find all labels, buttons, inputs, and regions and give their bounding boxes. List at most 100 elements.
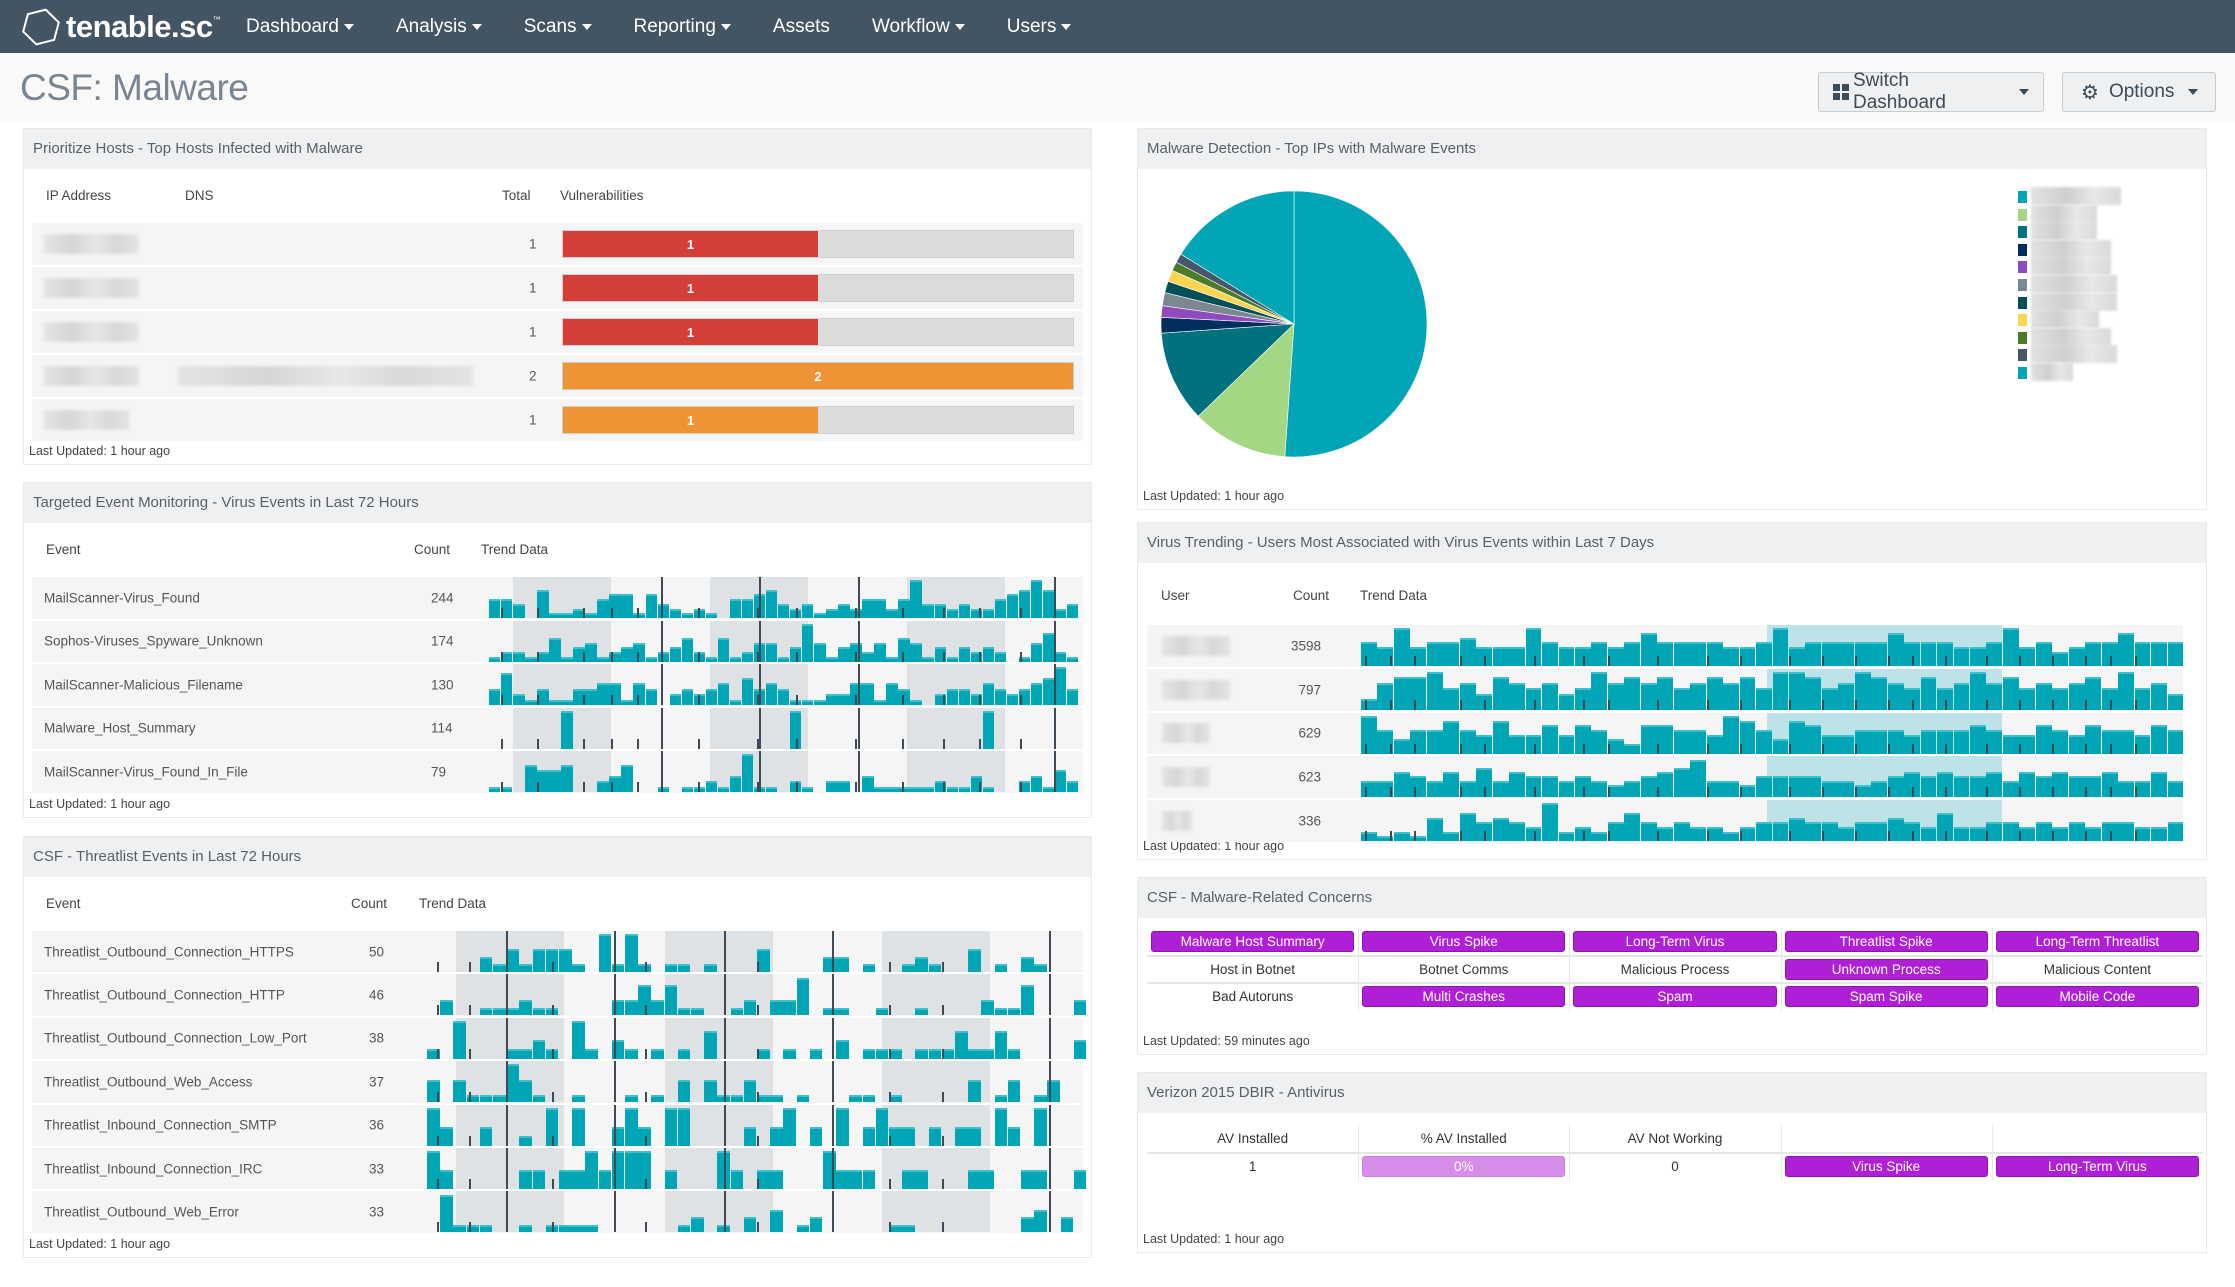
host-row[interactable]: 11 (32, 309, 1083, 353)
concern-indicator-malware-host-summary[interactable]: Malware Host Summary (1151, 931, 1355, 952)
trend-sparkline (489, 620, 1079, 662)
host-row[interactable]: 22 (32, 353, 1083, 397)
virus-event-row[interactable]: MailScanner-Malicious_Filename 130 (32, 662, 1083, 706)
event-name[interactable]: Sophos-Viruses_Spyware_Unknown (44, 634, 263, 649)
verizon-value-cell[interactable]: Virus Spike (1781, 1153, 1992, 1180)
nav-menu-reporting[interactable]: Reporting (634, 16, 731, 38)
concern-indicator-spam[interactable]: Spam (1573, 986, 1777, 1007)
concern-cell[interactable]: Threatlist Spike (1781, 928, 1992, 955)
virus-event-row[interactable]: Sophos-Viruses_Spyware_Unknown 174 (32, 618, 1083, 662)
event-name[interactable]: Threatlist_Outbound_Web_Error (44, 1205, 239, 1220)
trend-tick (1986, 743, 1989, 754)
user-trend-row[interactable]: 3598 (1147, 623, 2184, 667)
host-row[interactable]: 11 (32, 221, 1083, 265)
event-name[interactable]: Threatlist_Outbound_Connection_HTTPS (44, 944, 294, 959)
virus-event-row[interactable]: MailScanner-Virus_Found 244 (32, 575, 1083, 619)
concern-cell[interactable]: Malware Host Summary (1147, 928, 1358, 955)
trend-tick (1533, 656, 1536, 666)
options-button[interactable]: ⚙ Options (2062, 72, 2216, 112)
trend-bar (1805, 642, 1822, 666)
event-name[interactable]: MailScanner-Virus_Found (44, 590, 200, 605)
header-label: AV Installed (1217, 1131, 1289, 1146)
event-name[interactable]: MailScanner-Malicious_Filename (44, 677, 243, 692)
concern-indicator-virus-spike[interactable]: Virus Spike (1362, 931, 1566, 952)
vulnerability-bar-fill: 1 (563, 231, 818, 257)
threatlist-event-row[interactable]: Threatlist_Outbound_Web_Error 33 (32, 1189, 1083, 1233)
trend-bar (849, 1170, 862, 1189)
trend-bar (802, 603, 814, 618)
verizon-value-cell[interactable]: 0% (1358, 1153, 1569, 1180)
trend-bar (1788, 720, 1805, 754)
trend-tick (1854, 743, 1857, 754)
concern-cell[interactable]: Long-Term Threatlist (1992, 928, 2203, 955)
user-trend-row[interactable]: 623 (1147, 754, 2184, 799)
nav-menu-users[interactable]: Users (1007, 16, 1072, 38)
nav-menu-workflow[interactable]: Workflow (872, 16, 965, 38)
concern-indicator-spam-spike[interactable]: Spam Spike (1784, 986, 1988, 1007)
trend-bar (1986, 682, 2003, 710)
concern-indicator-multi-crashes[interactable]: Multi Crashes (1362, 986, 1566, 1007)
verizon-value-cell[interactable]: Long-Term Virus (1992, 1153, 2203, 1180)
trend-bar (704, 1079, 717, 1103)
vulnerability-bar[interactable]: 1 (562, 318, 1074, 346)
vulnerability-bar[interactable]: 2 (562, 362, 1074, 390)
nav-menu-label: Dashboard (246, 15, 339, 37)
trend-day-divider (613, 1061, 616, 1103)
event-name[interactable]: Malware_Host_Summary (44, 721, 196, 736)
trend-sparkline (1361, 800, 2184, 842)
pie-slice[interactable] (1284, 190, 1428, 458)
brand-logo[interactable]: tenable.sc ™ (20, 6, 221, 48)
event-name[interactable]: Threatlist_Outbound_Web_Access (44, 1074, 252, 1089)
concern-cell[interactable]: Multi Crashes (1358, 983, 1569, 1010)
virus-event-row[interactable]: Malware_Host_Summary 114 (32, 705, 1083, 749)
concern-indicator-long-term-virus[interactable]: Long-Term Virus (1573, 931, 1777, 952)
concern-cell[interactable]: Long-Term Virus (1569, 928, 1780, 955)
concern-cell[interactable]: Spam (1569, 983, 1780, 1010)
concern-indicator-unknown-process[interactable]: Unknown Process (1784, 958, 1988, 980)
threatlist-event-row[interactable]: Threatlist_Outbound_Connection_HTTPS 50 (32, 929, 1083, 973)
concern-cell[interactable]: Spam Spike (1781, 983, 1992, 1010)
nav-menu-scans[interactable]: Scans (524, 16, 592, 38)
threatlist-event-row[interactable]: Threatlist_Inbound_Connection_SMTP 36 (32, 1102, 1083, 1146)
trend-sparkline (489, 751, 1079, 792)
user-trend-row[interactable]: 336 (1147, 798, 2184, 842)
switch-dashboard-button[interactable]: Switch Dashboard (1818, 70, 2044, 113)
event-name[interactable]: Threatlist_Inbound_Connection_SMTP (44, 1118, 277, 1133)
vulnerability-bar[interactable]: 1 (562, 406, 1074, 434)
trend-bar (1756, 688, 1772, 710)
event-name[interactable]: MailScanner-Virus_Found_In_File (44, 764, 248, 779)
trend-day-divider (660, 664, 663, 705)
vulnerability-bar[interactable]: 1 (562, 274, 1074, 302)
trend-tick (1389, 656, 1392, 666)
virus-spike-indicator[interactable]: Virus Spike (1784, 1156, 1988, 1177)
host-row[interactable]: 11 (32, 265, 1083, 309)
nav-menu-assets[interactable]: Assets (773, 16, 830, 38)
concern-indicator-long-term-threatlist[interactable]: Long-Term Threatlist (1995, 931, 2199, 952)
trend-bar (1970, 647, 1986, 666)
virus-event-row[interactable]: MailScanner-Virus_Found_In_File 79 (32, 749, 1083, 793)
pct-av-installed-indicator[interactable]: 0% (1362, 1156, 1566, 1177)
last-updated: Last Updated: 1 hour ago (29, 1237, 171, 1251)
threatlist-event-row[interactable]: Threatlist_Outbound_Connection_HTTP 46 (32, 972, 1087, 1016)
concern-cell[interactable]: Virus Spike (1358, 928, 1569, 955)
trend-bar (669, 694, 682, 705)
threatlist-event-row[interactable]: Threatlist_Outbound_Connection_Low_Port 3… (32, 1015, 1087, 1060)
event-name[interactable]: Threatlist_Outbound_Connection_HTTP (44, 988, 285, 1003)
user-trend-row[interactable]: 629 (1147, 710, 2184, 755)
concern-cell[interactable]: Unknown Process (1781, 956, 1992, 983)
threatlist-event-row[interactable]: Threatlist_Inbound_Connection_IRC 33 (32, 1146, 1087, 1190)
host-row[interactable]: 11 (32, 397, 1083, 441)
event-name[interactable]: Threatlist_Inbound_Connection_IRC (44, 1161, 262, 1176)
concern-cell[interactable]: Mobile Code (1992, 983, 2203, 1010)
event-name[interactable]: Threatlist_Outbound_Connection_Low_Port (44, 1031, 307, 1046)
nav-menu-analysis[interactable]: Analysis (396, 16, 482, 38)
threatlist-event-row[interactable]: Threatlist_Outbound_Web_Access 37 (32, 1059, 1083, 1103)
long-term-virus-indicator[interactable]: Long-Term Virus (1995, 1156, 2199, 1177)
vulnerability-bar[interactable]: 1 (562, 230, 1074, 258)
trend-bar (1739, 827, 1756, 842)
concern-indicator-mobile-code[interactable]: Mobile Code (1995, 986, 2199, 1007)
concern-indicator-threatlist-spike[interactable]: Threatlist Spike (1784, 931, 1988, 952)
nav-menu-dashboard[interactable]: Dashboard (246, 16, 354, 38)
trend-bar (1673, 730, 1690, 754)
user-trend-row[interactable]: 797 (1147, 666, 2184, 711)
